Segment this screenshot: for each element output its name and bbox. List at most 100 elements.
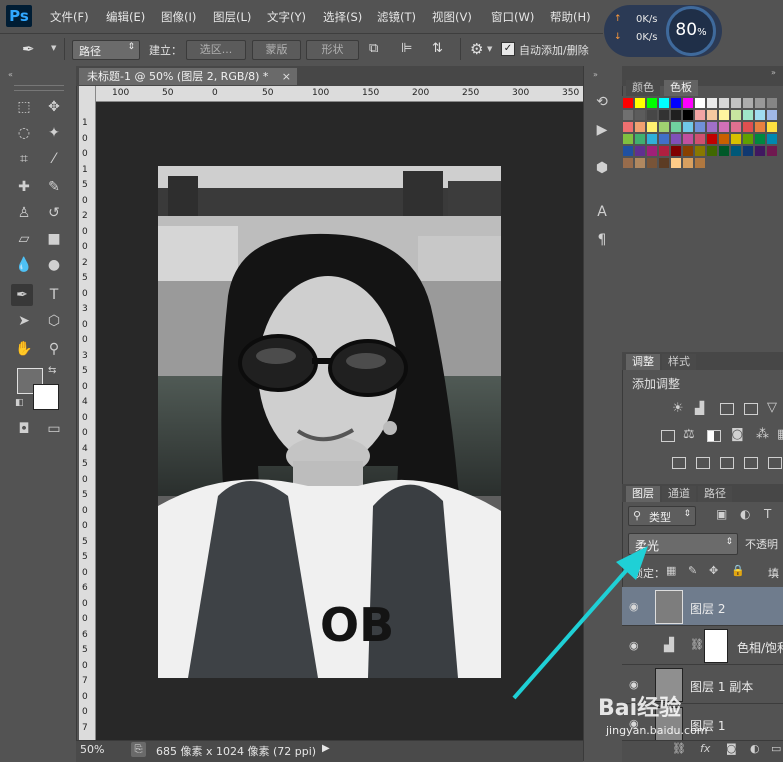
hand-tool-icon[interactable]: ✋ [13,338,35,360]
quick-mask-icon[interactable]: ◘ [13,418,35,440]
shape-button[interactable]: 形状 [306,40,359,60]
color-swatch[interactable] [623,122,633,132]
color-swatch[interactable] [647,110,657,120]
color-swatch[interactable] [671,122,681,132]
brightness-icon[interactable]: ☀ [672,401,684,416]
color-swatch[interactable] [755,122,765,132]
black-white-icon[interactable] [707,430,721,442]
gradient-map-icon[interactable] [744,457,758,469]
color-swatch[interactable] [623,134,633,144]
filter-pixel-icon[interactable]: ▣ [716,507,727,521]
auto-add-checkbox[interactable]: ✓ [501,42,515,56]
color-swatch[interactable] [743,146,753,156]
actions-panel-icon[interactable]: ▶ [592,120,612,140]
toolbar-grip[interactable] [14,85,64,91]
color-swatch[interactable] [731,146,741,156]
gear-icon[interactable]: ⚙ [470,40,483,58]
threshold-icon[interactable] [720,457,734,469]
color-swatch[interactable] [671,158,681,168]
exposure-icon[interactable] [744,403,758,415]
new-adjustment-icon[interactable]: ◐ [750,742,760,755]
selection-button[interactable]: 选区... [186,40,246,60]
photo-filter-icon[interactable]: ◙ [731,427,744,442]
lock-all-icon[interactable]: 🔒 [731,564,745,577]
color-swatch[interactable] [659,134,669,144]
crop-tool-icon[interactable]: ⌗ [13,148,35,170]
tab-swatches[interactable]: 色板 [664,80,698,96]
color-swatch[interactable] [743,122,753,132]
color-swatch[interactable] [743,110,753,120]
lasso-tool-icon[interactable]: ◌ [13,122,35,144]
history-brush-icon[interactable]: ↺ [43,202,65,224]
color-swatch[interactable] [623,98,633,108]
tab-styles[interactable]: 样式 [662,354,696,370]
color-swatch[interactable] [671,146,681,156]
link-icon[interactable]: ⛓ [690,638,704,651]
color-swatch[interactable] [635,146,645,156]
vibrance-icon[interactable]: ▽ [767,400,777,415]
color-swatch[interactable] [635,110,645,120]
link-layers-icon[interactable]: ⛓ [672,742,686,755]
color-swatch[interactable] [623,110,633,120]
close-icon[interactable]: × [282,68,291,85]
menu-type[interactable]: 文字(Y) [267,9,306,25]
levels-icon[interactable]: ▟ [695,401,704,415]
curves-icon[interactable] [720,403,734,415]
document-photo[interactable]: OB [158,166,501,678]
history-panel-icon[interactable]: ⟲ [592,92,612,112]
color-swatch[interactable] [743,134,753,144]
color-swatch[interactable] [707,134,717,144]
color-swatch[interactable] [767,146,777,156]
menu-image[interactable]: 图像(I) [161,9,196,25]
brush-tool-icon[interactable]: ✎ [43,176,65,198]
color-swatch[interactable] [623,146,633,156]
gradient-tool-icon[interactable]: ■ [43,228,65,250]
color-swatch[interactable] [755,146,765,156]
color-swatch[interactable] [767,110,777,120]
color-swatch[interactable] [647,146,657,156]
eraser-tool-icon[interactable]: ▱ [13,228,35,250]
color-swatch[interactable] [731,110,741,120]
fx-icon[interactable]: fx [700,742,710,755]
invert-icon[interactable] [672,457,686,469]
path-operations-icon[interactable]: ⧉ [369,41,378,56]
color-swatch[interactable] [707,98,717,108]
collapse-arrows-icon[interactable]: « [8,70,13,79]
marquee-tool-icon[interactable]: ⬚ [13,96,35,118]
type-tool-icon[interactable]: T [43,284,65,306]
menu-help[interactable]: 帮助(H) [550,9,591,25]
color-swatch[interactable] [635,122,645,132]
color-swatch[interactable] [683,146,693,156]
color-swatch[interactable] [695,110,705,120]
move-tool-icon[interactable]: ✥ [43,96,65,118]
screen-mode-icon[interactable]: ▭ [43,418,65,440]
menu-window[interactable]: 窗口(W) [491,9,534,25]
color-swatch[interactable] [695,158,705,168]
posterize-icon[interactable] [696,457,710,469]
filter-adjust-icon[interactable]: ◐ [740,507,750,521]
color-swatch[interactable] [731,98,741,108]
add-mask-icon[interactable]: ◙ [726,742,737,755]
menu-select[interactable]: 选择(S) [323,9,362,25]
collapse-arrows-icon[interactable]: » [771,68,776,77]
background-color-swatch[interactable] [33,384,59,410]
character-panel-icon[interactable]: A [592,202,612,222]
color-swatch[interactable] [719,122,729,132]
new-group-icon[interactable]: ▭ [771,742,781,755]
chevron-down-icon[interactable]: ▼ [51,44,56,52]
channel-mixer-icon[interactable]: ⁂ [756,427,769,442]
color-swatch[interactable] [767,134,777,144]
color-swatch[interactable] [695,122,705,132]
menu-layer[interactable]: 图层(L) [213,9,251,25]
swap-colors-icon[interactable]: ⇆ [48,365,56,376]
color-swatch[interactable] [647,134,657,144]
path-select-icon[interactable]: ➤ [13,310,35,332]
eyedropper-icon[interactable]: ⁄ [43,148,65,170]
color-swatch[interactable] [683,98,693,108]
tab-channels[interactable]: 通道 [662,486,696,502]
lock-paint-icon[interactable]: ✎ [688,564,697,577]
color-swatch[interactable] [671,98,681,108]
menu-file[interactable]: 文件(F) [50,9,89,25]
expand-arrows-icon[interactable]: » [593,70,598,79]
zoom-level[interactable]: 50% [80,743,104,756]
